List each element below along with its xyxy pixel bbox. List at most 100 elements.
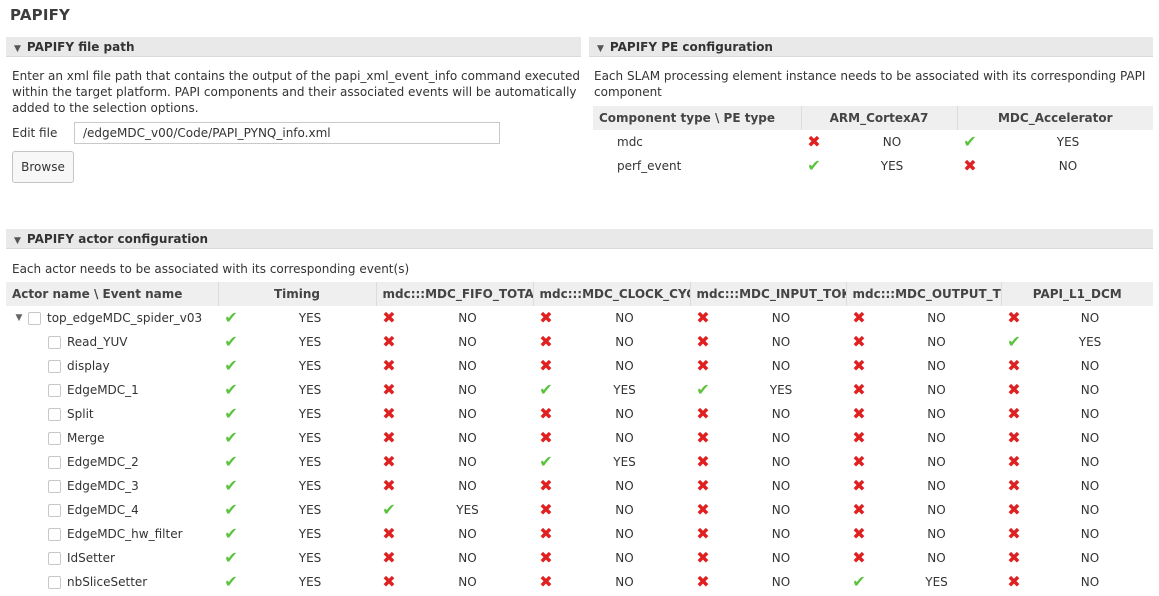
event-toggle-cell[interactable]: ✖ NO [1001,378,1153,402]
event-toggle-cell[interactable]: ✖ NO [846,330,1001,354]
event-toggle-cell[interactable]: ✖ NO [376,378,533,402]
cross-icon[interactable]: ✖ [1001,378,1027,402]
cross-icon[interactable]: ✖ [690,498,716,522]
actor-checkbox[interactable] [48,551,61,565]
check-icon[interactable]: ✔ [218,402,244,426]
check-icon[interactable]: ✔ [218,474,244,498]
check-icon[interactable]: ✔ [376,498,402,522]
cross-icon[interactable]: ✖ [376,522,402,546]
cross-icon[interactable]: ✖ [957,154,983,178]
cross-icon[interactable]: ✖ [533,522,559,546]
check-icon[interactable]: ✔ [218,330,244,354]
pe-section-header[interactable]: ▼ PAPIFY PE configuration [589,37,1153,57]
event-toggle-cell[interactable]: ✖ NO [533,474,690,498]
event-toggle-cell[interactable]: ✔ YES [846,570,1001,594]
event-toggle-cell[interactable]: ✖ NO [376,522,533,546]
cross-icon[interactable]: ✖ [376,450,402,474]
check-icon[interactable]: ✔ [218,378,244,402]
event-toggle-cell[interactable]: ✖ NO [533,546,690,570]
event-toggle-cell[interactable]: ✖ NO [846,378,1001,402]
event-toggle-cell[interactable]: ✔ YES [218,306,376,330]
check-icon[interactable]: ✔ [533,450,559,474]
actor-column-header[interactable]: mdc:::MDC_INPUT_TOKE [690,282,847,306]
check-icon[interactable]: ✔ [533,378,559,402]
event-toggle-cell[interactable]: ✖ NO [376,354,533,378]
event-toggle-cell[interactable]: ✖ NO [690,474,846,498]
event-toggle-cell[interactable]: ✖ NO [1001,474,1153,498]
cross-icon[interactable]: ✖ [846,330,872,354]
event-toggle-cell[interactable]: ✖ NO [690,330,846,354]
actor-column-header[interactable]: Actor name \ Event name [6,282,219,306]
event-toggle-cell[interactable]: ✔ YES [957,130,1153,154]
event-toggle-cell[interactable]: ✖ NO [846,474,1001,498]
event-toggle-cell[interactable]: ✔ YES [218,546,376,570]
check-icon[interactable]: ✔ [218,354,244,378]
cross-icon[interactable]: ✖ [376,474,402,498]
actor-checkbox[interactable] [48,455,61,469]
cross-icon[interactable]: ✖ [376,354,402,378]
event-toggle-cell[interactable]: ✖ NO [690,570,846,594]
cross-icon[interactable]: ✖ [690,522,716,546]
cross-icon[interactable]: ✖ [846,426,872,450]
check-icon[interactable]: ✔ [846,570,872,594]
check-icon[interactable]: ✔ [218,570,244,594]
event-toggle-cell[interactable]: ✖ NO [690,306,846,330]
cross-icon[interactable]: ✖ [1001,474,1027,498]
cross-icon[interactable]: ✖ [1001,498,1027,522]
event-toggle-cell[interactable]: ✖ NO [533,306,690,330]
event-toggle-cell[interactable]: ✖ NO [376,546,533,570]
check-icon[interactable]: ✔ [957,130,983,154]
cross-icon[interactable]: ✖ [690,570,716,594]
cross-icon[interactable]: ✖ [1001,306,1027,330]
browse-button[interactable]: Browse [12,151,74,183]
event-toggle-cell[interactable]: ✖ NO [690,354,846,378]
event-toggle-cell[interactable]: ✔ YES [690,378,846,402]
event-toggle-cell[interactable]: ✔ YES [218,522,376,546]
event-toggle-cell[interactable]: ✔ YES [218,402,376,426]
cross-icon[interactable]: ✖ [1001,546,1027,570]
actor-checkbox[interactable] [48,335,61,349]
event-toggle-cell[interactable]: ✖ NO [846,354,1001,378]
actor-column-header[interactable]: PAPI_L1_DCM [1001,282,1153,306]
event-toggle-cell[interactable]: ✖ NO [690,450,846,474]
event-toggle-cell[interactable]: ✖ NO [1001,570,1153,594]
check-icon[interactable]: ✔ [218,306,244,330]
event-toggle-cell[interactable]: ✖ NO [1001,426,1153,450]
file-path-section-header[interactable]: ▼ PAPIFY file path [6,37,581,57]
event-toggle-cell[interactable]: ✖ NO [690,426,846,450]
cross-icon[interactable]: ✖ [376,546,402,570]
check-icon[interactable]: ✔ [218,450,244,474]
event-toggle-cell[interactable]: ✖ NO [846,306,1001,330]
event-toggle-cell[interactable]: ✔ YES [533,450,690,474]
cross-icon[interactable]: ✖ [690,546,716,570]
event-toggle-cell[interactable]: ✔ YES [218,330,376,354]
event-toggle-cell[interactable]: ✖ NO [846,498,1001,522]
event-toggle-cell[interactable]: ✖ NO [690,402,846,426]
cross-icon[interactable]: ✖ [533,474,559,498]
cross-icon[interactable]: ✖ [533,498,559,522]
event-toggle-cell[interactable]: ✔ YES [218,474,376,498]
event-toggle-cell[interactable]: ✖ NO [846,426,1001,450]
event-toggle-cell[interactable]: ✔ YES [218,498,376,522]
actor-column-header[interactable]: mdc:::MDC_OUTPUT_TOI [846,282,1002,306]
expand-triangle-icon[interactable]: ▼ [12,313,26,323]
actor-checkbox[interactable] [48,407,61,421]
cross-icon[interactable]: ✖ [376,306,402,330]
event-toggle-cell[interactable]: ✖ NO [846,522,1001,546]
event-toggle-cell[interactable]: ✖ NO [1001,522,1153,546]
cross-icon[interactable]: ✖ [1001,450,1027,474]
cross-icon[interactable]: ✖ [533,570,559,594]
cross-icon[interactable]: ✖ [533,306,559,330]
event-toggle-cell[interactable]: ✖ NO [533,402,690,426]
cross-icon[interactable]: ✖ [690,306,716,330]
actor-checkbox[interactable] [28,311,41,325]
event-toggle-cell[interactable]: ✖ NO [533,570,690,594]
event-toggle-cell[interactable]: ✖ NO [1001,306,1153,330]
cross-icon[interactable]: ✖ [690,474,716,498]
event-toggle-cell[interactable]: ✖ NO [846,402,1001,426]
event-toggle-cell[interactable]: ✖ NO [376,306,533,330]
cross-icon[interactable]: ✖ [846,354,872,378]
actor-column-header[interactable]: mdc:::MDC_FIFO_TOTAL_ [376,282,534,306]
event-toggle-cell[interactable]: ✖ NO [1001,450,1153,474]
cross-icon[interactable]: ✖ [376,570,402,594]
